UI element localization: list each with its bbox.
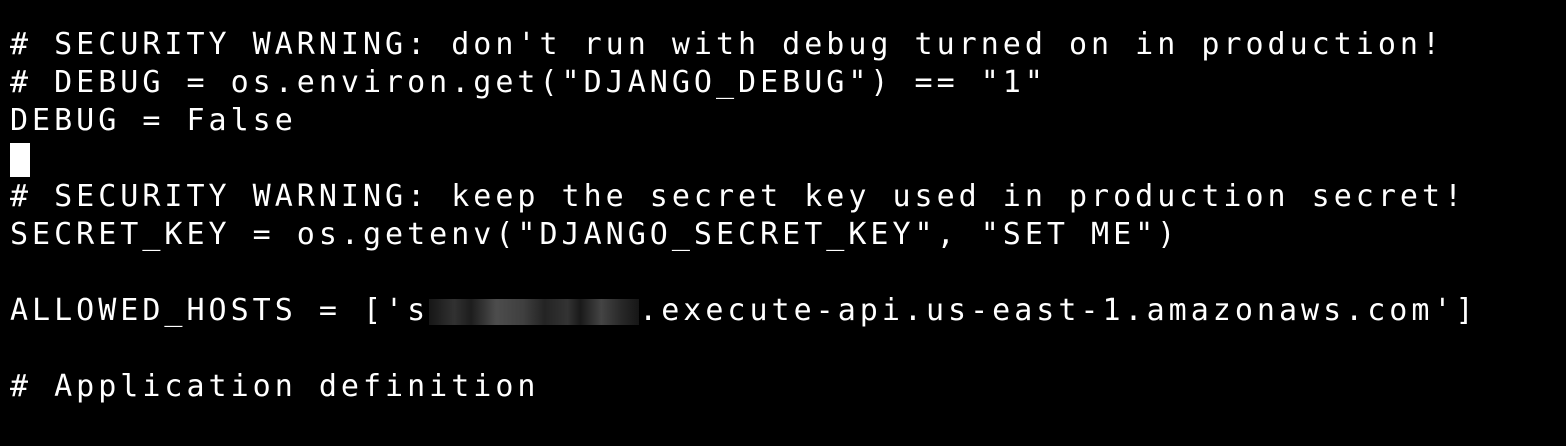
comment-debug-env: # DEBUG = os.environ.get("DJANGO_DEBUG")…: [10, 65, 1047, 100]
text-cursor: [10, 142, 30, 177]
debug-setting-line: DEBUG = False: [10, 103, 297, 138]
cursor-line[interactable]: [10, 140, 1566, 178]
comment-application-definition: # Application definition: [10, 369, 540, 404]
terminal-window[interactable]: # SECURITY WARNING: don't run with debug…: [0, 0, 1566, 446]
allowed-hosts-prefix: ALLOWED_HOSTS = ['s: [10, 293, 430, 328]
redacted-host-block: [429, 298, 640, 325]
allowed-hosts-line: ALLOWED_HOSTS = ['s .execute-api.us-east-…: [10, 292, 1566, 330]
secret-key-line: SECRET_KEY = os.getenv("DJANGO_SECRET_KE…: [10, 217, 1180, 252]
comment-security-debug: # SECURITY WARNING: don't run with debug…: [10, 27, 1444, 62]
allowed-hosts-suffix: .execute-api.us-east-1.amazonaws.com']: [639, 293, 1478, 328]
comment-security-secret-key: # SECURITY WARNING: keep the secret key …: [10, 179, 1467, 214]
